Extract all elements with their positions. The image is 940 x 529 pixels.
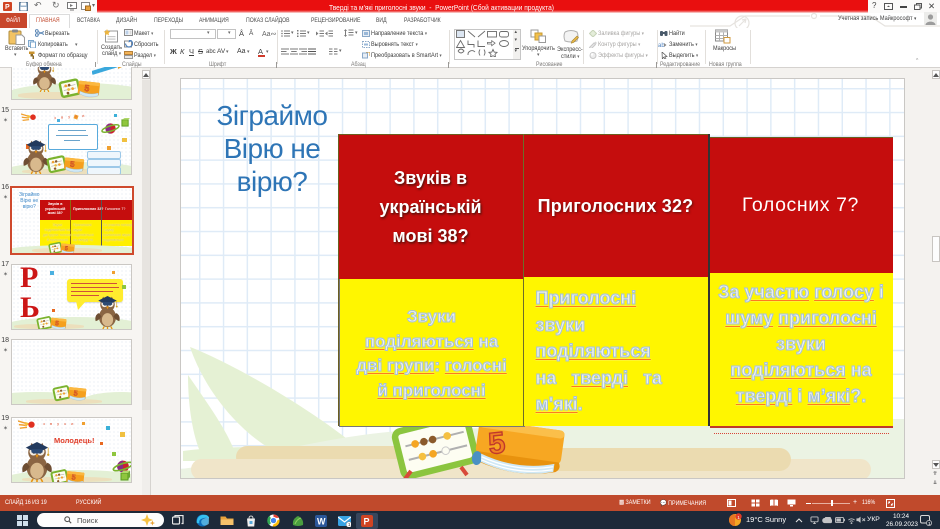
svg-text:W: W xyxy=(317,516,326,526)
svg-text:P: P xyxy=(364,516,370,526)
svg-text:5: 5 xyxy=(487,426,507,461)
svg-text:1: 1 xyxy=(737,515,740,521)
svg-text:1: 1 xyxy=(928,521,931,526)
